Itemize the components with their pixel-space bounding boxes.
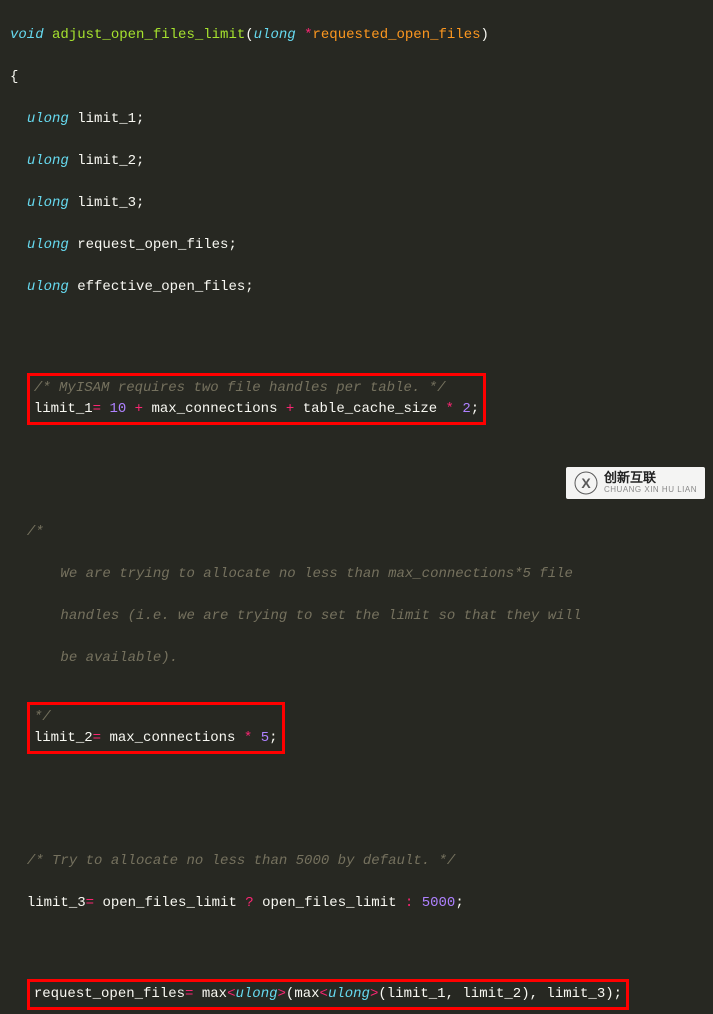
code-editor: void adjust_open_files_limit(ulong *requ… — [0, 0, 713, 1014]
brace-open: { — [10, 69, 18, 85]
highlight-box-1: /* MyISAM requires two file handles per … — [27, 373, 486, 425]
var: open_files_limit — [102, 895, 236, 911]
var-decl: effective_open_files; — [69, 279, 254, 295]
var: max_connections — [151, 401, 277, 417]
var-decl: limit_3; — [69, 195, 145, 211]
var: table_cache_size — [303, 401, 437, 417]
comment-line: be available). — [27, 650, 178, 666]
var: limit_3 — [27, 895, 86, 911]
var: max_connections — [109, 730, 235, 746]
comment-close: */ — [34, 707, 278, 728]
var: limit_2 — [34, 730, 93, 746]
var-decl: limit_2; — [69, 153, 145, 169]
watermark-text-cn: 创新互联 — [604, 471, 697, 485]
comment: /* MyISAM requires two file handles per … — [34, 378, 479, 399]
type: ulong — [27, 195, 69, 211]
number: 2 — [462, 401, 470, 417]
type: ulong — [235, 986, 277, 1002]
var-decl: limit_1; — [69, 111, 145, 127]
number: 5 — [261, 730, 269, 746]
watermark-text-en: CHUANG XIN HU LIAN — [604, 486, 697, 495]
comment: /* Try to allocate no less than 5000 by … — [27, 853, 455, 869]
var: limit_3 — [546, 986, 605, 1002]
watermark: X 创新互联 CHUANG XIN HU LIAN — [566, 467, 705, 499]
comment-line: handles (i.e. we are trying to set the l… — [27, 608, 582, 624]
type: ulong — [27, 111, 69, 127]
highlight-box-2: */limit_2= max_connections * 5; — [27, 702, 285, 754]
var: limit_1 — [34, 401, 93, 417]
number: 10 — [109, 401, 126, 417]
type-ulong: ulong — [254, 27, 296, 43]
fn-call: max — [202, 986, 227, 1002]
var: open_files_limit — [262, 895, 396, 911]
number: 5000 — [422, 895, 456, 911]
function-name: adjust_open_files_limit — [52, 27, 245, 43]
type: ulong — [27, 153, 69, 169]
type: ulong — [27, 279, 69, 295]
type: ulong — [328, 986, 370, 1002]
type: ulong — [27, 237, 69, 253]
comment-open: /* — [27, 524, 44, 540]
var: limit_1 — [387, 986, 446, 1002]
highlight-box-3: request_open_files= max<ulong>(max<ulong… — [27, 979, 629, 1010]
fn-call: max — [294, 986, 319, 1002]
watermark-logo-icon: X — [574, 471, 598, 495]
var: limit_2 — [462, 986, 521, 1002]
var-decl: request_open_files; — [69, 237, 237, 253]
comment-line: We are trying to allocate no less than m… — [27, 566, 573, 582]
svg-text:X: X — [581, 475, 591, 491]
param-name: requested_open_files — [312, 27, 480, 43]
var: request_open_files — [34, 986, 185, 1002]
keyword-void: void — [10, 27, 44, 43]
